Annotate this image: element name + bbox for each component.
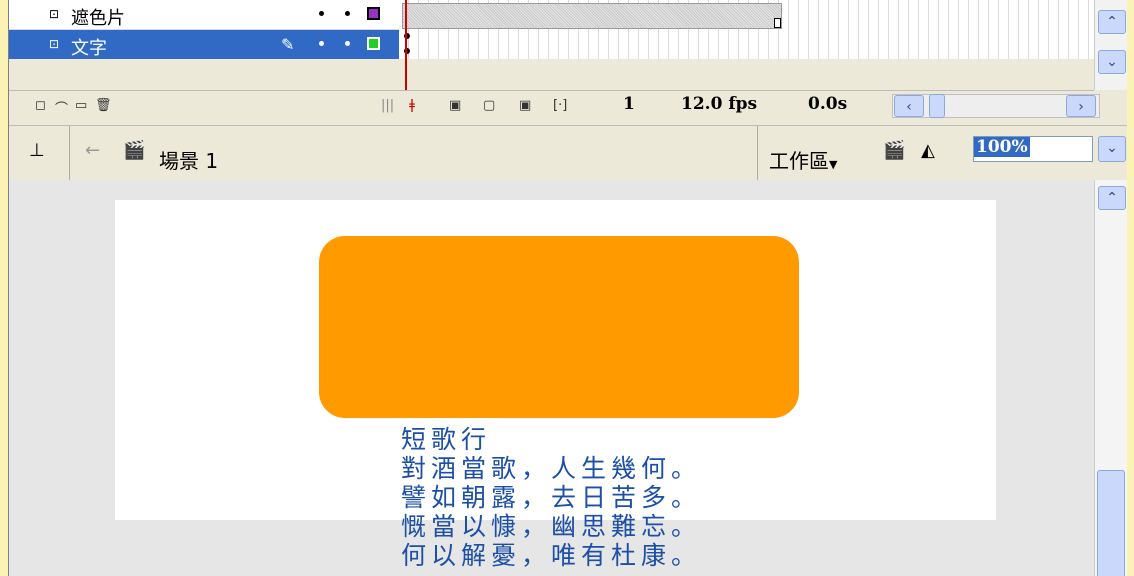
edit-scene-icon[interactable]: 🎬: [883, 140, 905, 161]
layer-name: 遮色片: [71, 8, 125, 29]
edit-multiple-frames-icon[interactable]: ▣: [519, 98, 531, 113]
poem-line: 慨當以慷，幽思難忘。: [401, 512, 702, 541]
mask-layer-icon: ⊡: [49, 7, 60, 21]
end-frame-marker: [774, 18, 781, 28]
edit-bar: ⊥ ← 🎬 場景 1 工作區▼ 🎬 ◭: [9, 125, 1127, 181]
poem-line: 短歌行: [401, 425, 492, 454]
pencil-icon: ✎: [281, 35, 295, 54]
flash-editor-window: ⊡ 遮色片 ⊡ 文字 ✎ ⌃ ⌄ ◻ ⌒ ▭ 🗑 ||| ǂ ▣ ▢ ▣ [·]…: [8, 0, 1127, 576]
layer-row-text[interactable]: ⊡ 文字 ✎: [9, 30, 399, 59]
visibility-dot[interactable]: [319, 41, 324, 46]
poem-text[interactable]: 短歌行 對酒當歌，人生幾何。 譬如朝露，去日苦多。 慨當以慷，幽思難忘。 何以解…: [401, 425, 701, 570]
modify-onion-markers-icon[interactable]: [·]: [553, 98, 567, 113]
splitter-icon[interactable]: |||: [381, 98, 394, 113]
layer-row-mask[interactable]: ⊡ 遮色片: [9, 0, 399, 30]
timeline-frames[interactable]: [399, 0, 1094, 59]
outline-color-box[interactable]: [367, 7, 380, 20]
scene-name[interactable]: 場景 1: [159, 145, 218, 174]
scene-clapper-icon: 🎬: [123, 140, 146, 161]
back-arrow-icon[interactable]: ←: [85, 140, 100, 161]
zoom-dropdown-button[interactable]: ⌄: [1098, 136, 1126, 162]
mask-shape[interactable]: [319, 236, 799, 418]
insert-folder-icon[interactable]: ▭: [75, 98, 87, 113]
workspace-label: 工作區: [769, 149, 829, 173]
lock-dot[interactable]: [345, 11, 350, 16]
divider: [69, 126, 70, 180]
hscroll-thumb[interactable]: [929, 94, 945, 118]
center-frame-icon[interactable]: ǂ: [409, 98, 415, 113]
onion-skin-outlines-icon[interactable]: ▢: [483, 98, 495, 113]
frame-span[interactable]: [402, 3, 782, 29]
scroll-left-button[interactable]: ‹: [894, 95, 924, 117]
stage-area[interactable]: 短歌行 對酒當歌，人生幾何。 譬如朝露，去日苦多。 慨當以慷，幽思難忘。 何以解…: [9, 180, 1094, 576]
elapsed-time: 0.0s: [808, 94, 848, 114]
dropdown-arrow-icon: ▼: [829, 158, 838, 171]
current-frame: 1: [623, 94, 635, 114]
workspace-dropdown[interactable]: 工作區▼: [769, 145, 837, 174]
poem-line: 對酒當歌，人生幾何。: [401, 454, 702, 483]
divider: [757, 126, 758, 180]
onion-skin-icon[interactable]: ▣: [449, 98, 461, 113]
visibility-dot[interactable]: [319, 11, 324, 16]
stage-scroll-up-button[interactable]: ⌃: [1098, 186, 1126, 210]
zoom-input[interactable]: 100%: [973, 136, 1093, 162]
layer-name: 文字: [71, 38, 107, 59]
insert-layer-icon[interactable]: ◻: [35, 98, 46, 113]
outline-color-box[interactable]: [367, 37, 380, 50]
scroll-right-button[interactable]: ›: [1066, 95, 1096, 117]
poem-line: 何以解憂，唯有杜康。: [401, 541, 702, 570]
lock-dot[interactable]: [345, 41, 350, 46]
scroll-down-button[interactable]: ⌄: [1098, 50, 1126, 74]
edit-symbols-icon[interactable]: ◭: [921, 140, 935, 161]
masked-layer-icon: ⊡: [49, 37, 60, 51]
zoom-value: 100%: [974, 137, 1030, 157]
scroll-up-button[interactable]: ⌃: [1098, 10, 1126, 34]
delete-layer-icon[interactable]: 🗑: [95, 98, 112, 113]
stage-vscroll-thumb[interactable]: [1097, 470, 1125, 576]
timeline-toggle-icon[interactable]: ⊥: [29, 140, 45, 161]
poem-line: 譬如朝露，去日苦多。: [401, 483, 702, 512]
add-motion-guide-icon[interactable]: ⌒: [55, 98, 68, 117]
frame-rate[interactable]: 12.0 fps: [681, 94, 757, 114]
